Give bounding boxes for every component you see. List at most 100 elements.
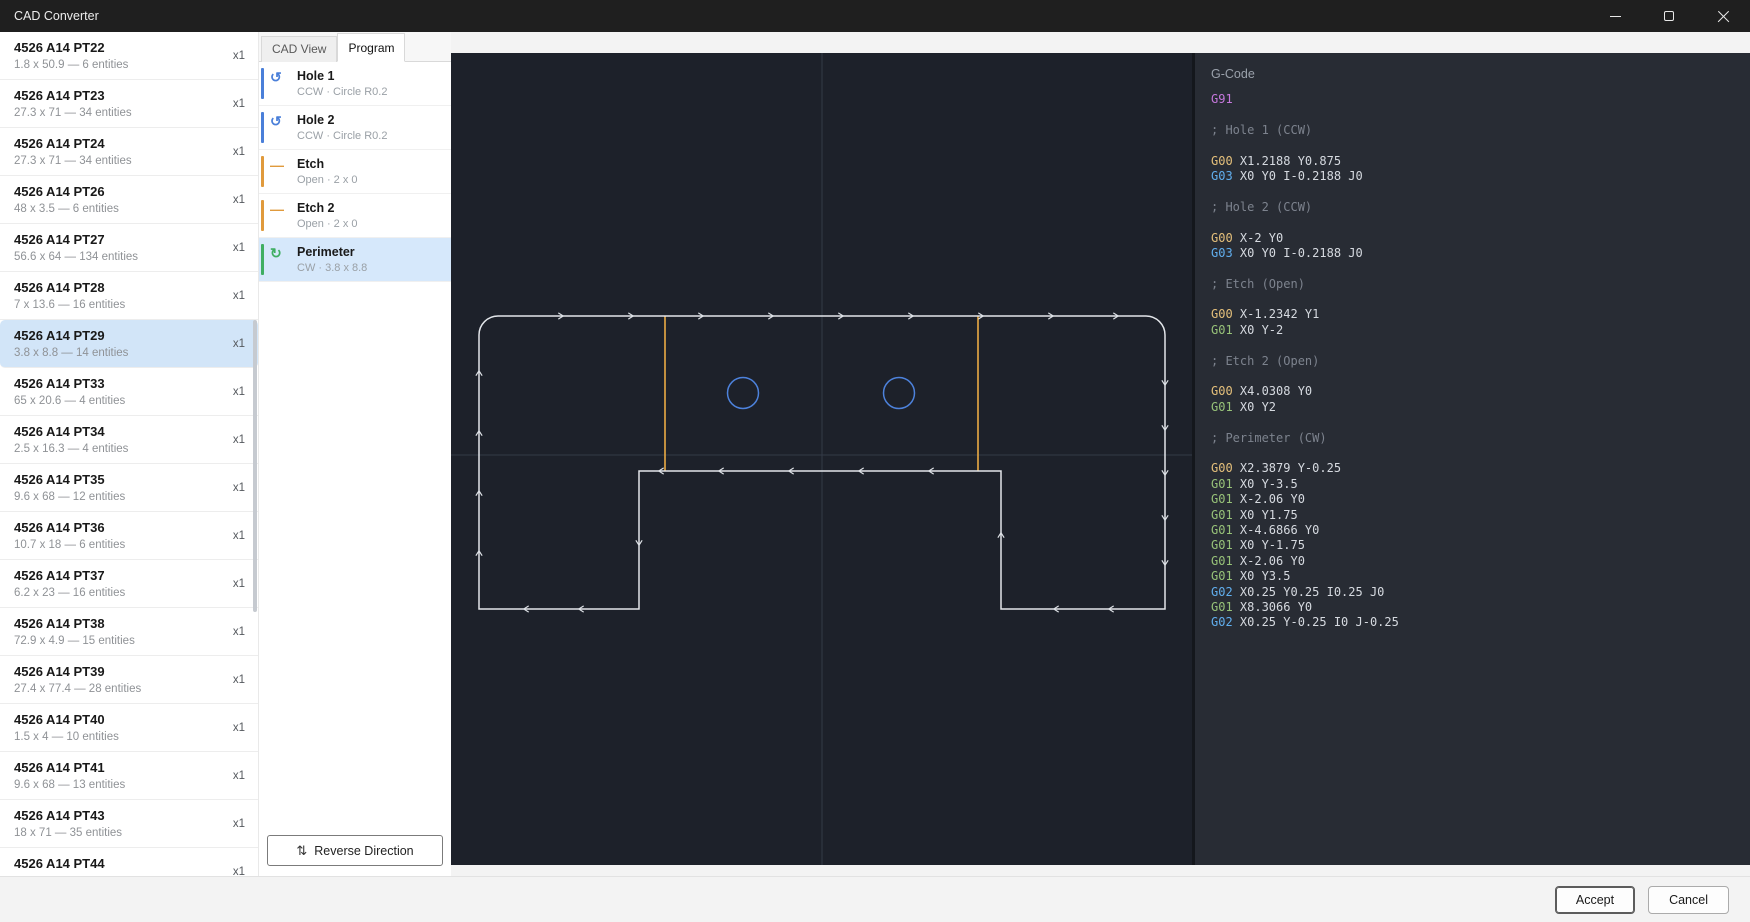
part-list-item[interactable]: 4526 A14 PT3365 x 20.6 — 4 entitiesx1 xyxy=(0,368,258,416)
gcode-comment: ; Perimeter (CW) xyxy=(1211,431,1327,445)
operations-list: ↺ Hole 1 CCW · Circle R0.2 ↺Hole 2CCW · Cir… xyxy=(259,62,451,876)
part-list-item[interactable]: 4526 A14 PT29 3.8 x 8.8 — 14 entities x1 xyxy=(0,320,258,368)
window-controls xyxy=(1588,0,1750,32)
part-list-item[interactable]: 4526 A14 PT3927.4 x 77.4 — 28 entitiesx1 xyxy=(0,656,258,704)
operation-color-strip xyxy=(261,112,264,143)
part-count: x1 xyxy=(233,194,245,206)
part-list-item[interactable]: 4526 A14 PT2427.3 x 71 — 34 entitiesx1 xyxy=(0,128,258,176)
operation-name: Perimeter xyxy=(297,245,445,259)
part-dimensions: 56.6 x 64 — 134 entities xyxy=(14,251,222,263)
close-button[interactable] xyxy=(1696,0,1750,32)
gcode-line: G02 X0.25 Y0.25 I0.25 J0 xyxy=(1211,585,1738,600)
gcode-args: X0 Y0 I-0.2188 J0 xyxy=(1233,169,1363,183)
hole-2-circle[interactable] xyxy=(884,378,915,409)
part-count: x1 xyxy=(233,98,245,110)
tab-program[interactable]: Program xyxy=(337,33,405,62)
part-name: 4526 A14 PT24 xyxy=(14,136,222,151)
part-list-item[interactable]: 4526 A14 PT419.6 x 68 — 13 entitiesx1 xyxy=(0,752,258,800)
minimize-button[interactable] xyxy=(1588,0,1642,32)
gcode-command: G91 xyxy=(1211,92,1233,106)
gcode-args: X-2 Y0 xyxy=(1233,231,1284,245)
hole-1-circle[interactable] xyxy=(728,378,759,409)
gcode-command: G00 xyxy=(1211,307,1233,321)
gcode-command: G01 xyxy=(1211,508,1233,522)
reverse-direction-button[interactable]: ⇅ Reverse Direction xyxy=(267,835,443,866)
part-name: 4526 A14 PT36 xyxy=(14,520,222,535)
part-dimensions: 1.8 x 50.9 — 6 entities xyxy=(14,59,222,71)
minimize-icon xyxy=(1610,16,1621,17)
gcode-line: ; Etch 2 (Open) xyxy=(1211,354,1738,369)
operation-name: Etch 2 xyxy=(297,201,445,215)
part-name: 4526 A14 PT22 xyxy=(14,40,222,55)
main-content: 4526 A14 PT221.8 x 50.9 — 6 entitiesx145… xyxy=(0,32,1750,876)
up-down-arrows-icon: ⇅ xyxy=(296,843,307,859)
maximize-button[interactable] xyxy=(1642,0,1696,32)
view-tabs: CAD ViewProgram xyxy=(259,32,451,62)
part-count: x1 xyxy=(233,338,245,350)
gcode-command: G00 xyxy=(1211,384,1233,398)
part-dimensions: 7 x 13.6 — 16 entities xyxy=(14,299,222,311)
part-dimensions: 3.8 x 8.8 — 14 entities xyxy=(14,347,222,359)
part-list-item[interactable]: 4526 A14 PT3872.9 x 4.9 — 15 entitiesx1 xyxy=(0,608,258,656)
part-list-item[interactable]: 4526 A14 PT44x1 xyxy=(0,848,258,876)
operation-detail: CCW · Circle R0.2 xyxy=(297,86,445,98)
operation-item[interactable]: —EtchOpen · 2 x 0 xyxy=(259,150,451,194)
footer-bar: Accept Cancel xyxy=(0,876,1750,922)
part-list-item[interactable]: 4526 A14 PT376.2 x 23 — 16 entitiesx1 xyxy=(0,560,258,608)
gcode-command: G01 xyxy=(1211,523,1233,537)
gcode-line: ; Hole 2 (CCW) xyxy=(1211,200,1738,215)
part-list-item[interactable]: 4526 A14 PT27 56.6 x 64 — 134 entities x1 xyxy=(0,224,258,272)
cad-viewport[interactable] xyxy=(451,53,1192,865)
gcode-command: G00 xyxy=(1211,461,1233,475)
operation-item[interactable]: —Etch 2Open · 2 x 0 xyxy=(259,194,451,238)
part-list-item[interactable]: 4526 A14 PT287 x 13.6 — 16 entitiesx1 xyxy=(0,272,258,320)
gcode-args: X2.3879 Y-0.25 xyxy=(1233,461,1341,475)
part-list-item[interactable]: 4526 A14 PT3610.7 x 18 — 6 entitiesx1 xyxy=(0,512,258,560)
part-count: x1 xyxy=(233,674,245,686)
accept-button[interactable]: Accept xyxy=(1555,886,1635,914)
operation-item[interactable]: ↺Hole 1CCW · Circle R0.2 xyxy=(259,62,451,106)
gcode-command: G02 xyxy=(1211,615,1233,629)
ccw-rotate-icon: ↺ xyxy=(270,114,282,129)
gcode-line: G01 X0 Y1.75 xyxy=(1211,508,1738,523)
operation-item[interactable]: ↻PerimeterCW · 3.8 x 8.8 xyxy=(259,238,451,282)
gcode-line xyxy=(1211,338,1738,353)
part-list-item[interactable]: 4526 A14 PT2648 x 3.5 — 6 entitiesx1 xyxy=(0,176,258,224)
part-count: x1 xyxy=(233,290,245,302)
part-list-item[interactable]: 4526 A14 PT359.6 x 68 — 12 entitiesx1 xyxy=(0,464,258,512)
part-list-item[interactable]: 4526 A14 PT401.5 x 4 — 10 entitiesx1 xyxy=(0,704,258,752)
part-count: x1 xyxy=(233,722,245,734)
tab-cad-view[interactable]: CAD View xyxy=(261,36,337,62)
gcode-line xyxy=(1211,184,1738,199)
gcode-lines: G91 ; Hole 1 (CCW) G00 X1.2188 Y0.875G03… xyxy=(1211,92,1738,631)
part-name: 4526 A14 PT27 xyxy=(14,232,222,247)
operation-name: Etch xyxy=(297,157,445,171)
operation-color-strip xyxy=(261,156,264,187)
part-list-item[interactable]: 4526 A14 PT2327.3 x 71 — 34 entitiesx1 xyxy=(0,80,258,128)
part-count: x1 xyxy=(233,386,245,398)
gcode-command: G01 xyxy=(1211,323,1233,337)
cancel-button[interactable]: Cancel xyxy=(1648,886,1729,914)
part-list-item[interactable]: 4526 A14 PT342.5 x 16.3 — 4 entitiesx1 xyxy=(0,416,258,464)
sidebar-scrollbar[interactable] xyxy=(253,320,257,612)
part-name: 4526 A14 PT44 xyxy=(14,856,222,871)
operation-name: Hole 1 xyxy=(297,69,445,83)
gcode-args: X0 Y1.75 xyxy=(1233,508,1298,522)
gcode-line: ; Etch (Open) xyxy=(1211,277,1738,292)
part-name: 4526 A14 PT29 xyxy=(14,328,222,343)
operation-item[interactable]: ↺Hole 2CCW · Circle R0.2 xyxy=(259,106,451,150)
gcode-line xyxy=(1211,107,1738,122)
part-count: x1 xyxy=(233,242,245,254)
gcode-args: X1.2188 Y0.875 xyxy=(1233,154,1341,168)
part-dimensions: 27.4 x 77.4 — 28 entities xyxy=(14,683,222,695)
part-name: 4526 A14 PT41 xyxy=(14,760,222,775)
close-icon xyxy=(1717,10,1730,23)
gcode-args: X4.0308 Y0 xyxy=(1233,384,1312,398)
gcode-command: G01 xyxy=(1211,600,1233,614)
part-list-item[interactable]: 4526 A14 PT221.8 x 50.9 — 6 entitiesx1 xyxy=(0,32,258,80)
gcode-comment: ; Etch 2 (Open) xyxy=(1211,354,1319,368)
gcode-args: X0 Y0 I-0.2188 J0 xyxy=(1233,246,1363,260)
gcode-line: G00 X4.0308 Y0 xyxy=(1211,384,1738,399)
gcode-line: ; Perimeter (CW) xyxy=(1211,431,1738,446)
part-list-item[interactable]: 4526 A14 PT4318 x 71 — 35 entitiesx1 xyxy=(0,800,258,848)
